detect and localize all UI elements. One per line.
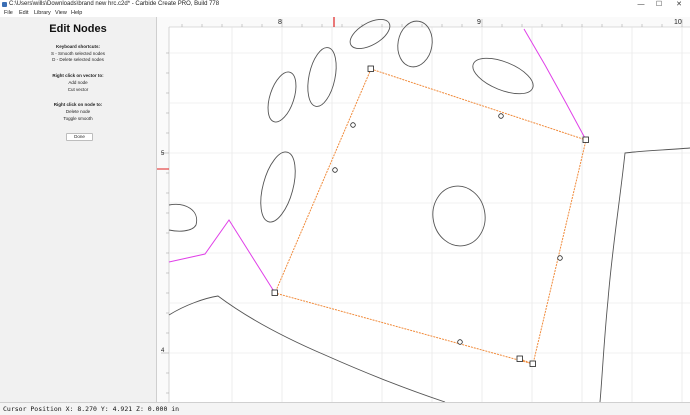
corner-node[interactable]	[516, 355, 523, 362]
smooth-node[interactable]	[350, 122, 356, 128]
node-heading: Right click on node to:	[53, 102, 103, 107]
corner-node[interactable]	[582, 136, 589, 143]
done-button[interactable]: Done	[66, 133, 93, 141]
shortcut-smooth: S - Smooth selected nodes	[50, 51, 106, 56]
edit-nodes-panel: Edit Nodes Keyboard shortcuts: S - Smoot…	[0, 17, 157, 402]
smooth-node[interactable]	[457, 339, 463, 345]
close-button[interactable]: ✕	[672, 0, 686, 9]
smooth-node[interactable]	[498, 113, 504, 119]
design-canvas[interactable]: 8 9 10 5 4	[157, 17, 690, 402]
delete-node-hint: Delete node	[65, 109, 91, 114]
panel-title: Edit Nodes	[49, 23, 107, 35]
menu-view[interactable]: View	[55, 9, 67, 17]
selected-vectors[interactable]	[168, 28, 587, 294]
cut-vector-hint: Cut vector	[67, 87, 89, 92]
add-node-hint: Add node	[68, 80, 88, 85]
menu-edit[interactable]: Edit	[19, 9, 28, 17]
left-ruler	[157, 17, 169, 402]
top-ruler	[157, 17, 690, 27]
menu-file[interactable]: File	[4, 9, 13, 17]
window-title: C:\Users\wills\Downloads\brand new hrc.c…	[9, 1, 220, 7]
ruler-label-x-10: 10	[674, 19, 682, 26]
vector-heading: Right click on vector to:	[52, 73, 104, 78]
background-vectors[interactable]	[168, 17, 690, 402]
edited-vector-path[interactable]	[274, 68, 587, 365]
maximize-button[interactable]: ☐	[652, 0, 666, 9]
menu-bar: File Edit Library View Help	[0, 9, 690, 17]
status-bar: Cursor Position X: 8.270 Y: 4.921 Z: 0.0…	[0, 402, 690, 415]
ruler-label-x-8: 8	[278, 19, 282, 26]
shortcuts-heading: Keyboard shortcuts:	[55, 44, 100, 49]
title-bar: C:\Users\wills\Downloads\brand new hrc.c…	[0, 0, 690, 9]
canvas-drawing[interactable]: 8 9 10 5 4	[157, 17, 690, 402]
toggle-smooth-hint: Toggle smooth	[63, 116, 93, 121]
app-icon	[2, 2, 7, 7]
cursor-position-readout: Cursor Position X: 8.270 Y: 4.921 Z: 0.0…	[3, 405, 180, 413]
corner-node[interactable]	[529, 360, 536, 367]
ruler-label-x-9: 9	[477, 19, 481, 26]
corner-node[interactable]	[271, 289, 278, 296]
corner-node[interactable]	[367, 65, 374, 72]
shortcut-delete: D - Delete selected nodes	[52, 57, 104, 62]
menu-help[interactable]: Help	[71, 9, 82, 17]
grid	[169, 27, 690, 402]
smooth-node[interactable]	[332, 167, 338, 173]
smooth-node[interactable]	[557, 255, 563, 261]
minimize-button[interactable]: —	[634, 0, 648, 9]
menu-library[interactable]: Library	[34, 9, 51, 17]
